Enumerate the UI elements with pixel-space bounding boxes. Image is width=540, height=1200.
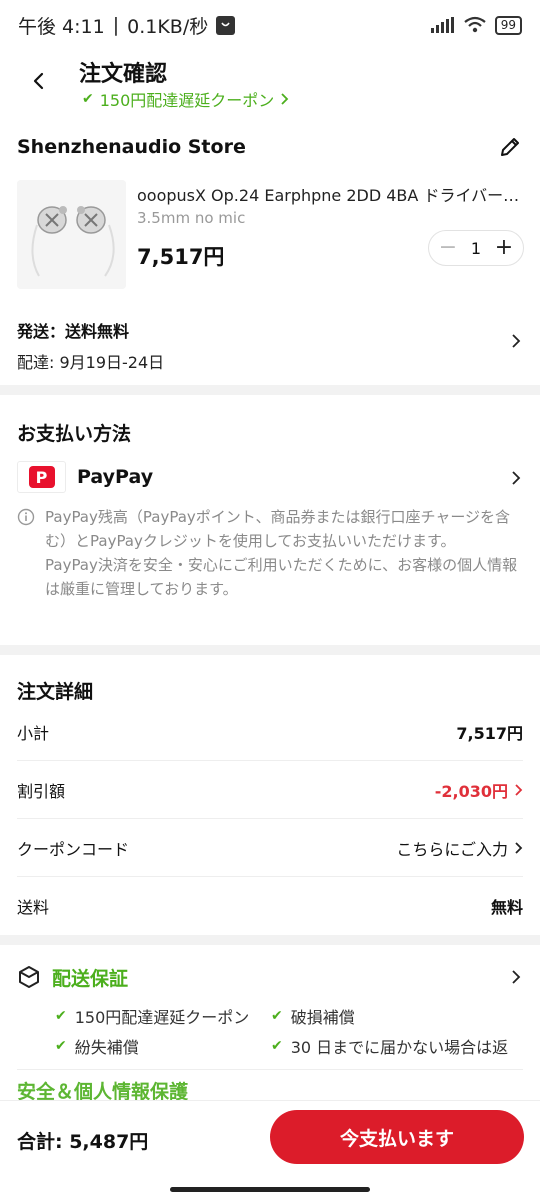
decrement-button[interactable]: − [437, 237, 459, 259]
order-details-section: 注文詳細 小計 7,517円 割引額 -2,030円 クーポンコード こちらにご… [0, 655, 540, 935]
guarantee-item-label: 150円配達遅延クーポン [74, 1008, 250, 1027]
chevron-right-icon [515, 783, 523, 796]
subtotal-value: 7,517円 [456, 723, 523, 743]
package-icon [19, 966, 39, 988]
check-icon: ✔ [55, 1038, 67, 1054]
guarantee-item: ✔ 破損補償 [271, 1004, 355, 1028]
store-name: Shenzhenaudio Store [17, 136, 246, 158]
status-bar: 午後 4:11 | 0.1KB/秒 99 [0, 0, 540, 50]
product-variant: 3.5mm no mic [137, 209, 246, 227]
payment-note-2: PayPay決済を安全・安心にご利用いただくために、お客様の個人情報は厳重に管理… [45, 556, 518, 598]
shopping-bag-icon [216, 15, 236, 35]
pay-now-button[interactable]: 今支払います [270, 1110, 524, 1164]
status-time: 午後 4:11 [18, 15, 105, 38]
chevron-right-icon [281, 93, 289, 105]
status-right: 99 [430, 15, 522, 35]
store-section: Shenzhenaudio Store ooopusX Op.24 Earphp… [0, 120, 540, 385]
row-divider [17, 1069, 523, 1070]
section-divider [0, 935, 540, 945]
subtotal-row: 小計 7,517円 [17, 703, 523, 761]
status-separator: | [112, 14, 120, 36]
wifi-icon [464, 16, 486, 33]
page-title: 注文確認 [79, 62, 168, 87]
payment-note: PayPay残高（PayPayポイント、商品券または銀行口座チャージを含む）とP… [45, 505, 520, 601]
guarantee-item-label: 破損補償 [290, 1008, 355, 1027]
check-icon: ✔ [55, 1008, 67, 1024]
checkout-bar: 合計: 5,487円 今支払います [0, 1100, 540, 1200]
section-divider [0, 645, 540, 655]
chevron-right-icon[interactable] [509, 471, 523, 485]
delivery-label: 配達: 9月19日-24日 [17, 353, 165, 372]
guarantee-item-label: 30 日までに届かない場合は返 [290, 1038, 509, 1057]
section-divider [0, 385, 540, 395]
product-title[interactable]: ooopusX Op.24 Earphpne 2DD 4BA ドライバー OP.… [137, 182, 522, 206]
chevron-right-icon [512, 334, 521, 348]
paypay-logo: P [17, 461, 66, 493]
shipping-fee-label: 送料 [17, 898, 50, 917]
shipping-label: 発送：送料無料 [17, 322, 130, 341]
chevron-left-icon [33, 72, 44, 90]
coupon-code-value: こちらにご入力 [396, 839, 508, 859]
guarantee-item-label: 紛失補償 [74, 1038, 139, 1057]
discount-label: 割引額 [17, 781, 66, 801]
order-total: 合計: 5,487円 [17, 1131, 149, 1153]
signal-icon [430, 17, 454, 33]
guarantee-item: ✔ 紛失補償 [55, 1034, 139, 1058]
shipping-row[interactable]: 発送：送料無料 配達: 9月19日-24日 [17, 318, 523, 376]
check-icon: ✔ [82, 91, 94, 107]
payment-method-name[interactable]: PayPay [77, 466, 153, 488]
back-button[interactable] [24, 66, 54, 96]
home-indicator[interactable] [170, 1187, 370, 1192]
check-icon: ✔ [271, 1038, 283, 1054]
product-image[interactable] [17, 180, 126, 289]
discount-value: -2,030円 [434, 781, 508, 801]
battery-icon: 99 [494, 15, 522, 35]
quantity-value: 1 [470, 238, 482, 258]
coupon-code-label: クーポンコード [17, 839, 130, 859]
quantity-stepper: − 1 + [428, 230, 524, 266]
status-net-speed: 0.1KB/秒 [127, 15, 209, 38]
guarantee-title: 配送保証 [52, 968, 129, 990]
check-icon: ✔ [271, 1008, 283, 1024]
payment-note-1: PayPay残高（PayPayポイント、商品券または銀行口座チャージを含む）とP… [45, 508, 511, 550]
guarantee-item: ✔ 30 日までに届かない場合は返 [271, 1034, 508, 1058]
increment-button[interactable]: + [493, 237, 515, 259]
header: 注文確認 ✔ 150円配達遅延クーポン [0, 52, 540, 118]
guarantee-item: ✔ 150円配達遅延クーポン [55, 1004, 249, 1028]
coupon-code-value-wrap: こちらにご入力 [396, 836, 523, 860]
chevron-right-icon [515, 841, 523, 854]
paypay-logo-mark: P [28, 466, 55, 488]
status-left: 午後 4:11 | 0.1KB/秒 [18, 12, 236, 39]
discount-row[interactable]: 割引額 -2,030円 [17, 761, 523, 819]
delivery-guarantee-section[interactable]: 配送保証 ✔ 150円配達遅延クーポン ✔ 破損補償 ✔ 紛失補償 ✔ 30 日… [0, 945, 540, 1105]
subtotal-label: 小計 [17, 723, 50, 743]
shipping-fee-row: 送料 無料 [17, 877, 523, 935]
edit-icon[interactable] [497, 134, 523, 160]
payment-section: お支払い方法 P PayPay PayPay残高（PayPayポイント、商品券ま… [0, 395, 540, 645]
info-icon [17, 508, 35, 526]
coupon-link[interactable]: ✔ 150円配達遅延クーポン [82, 87, 289, 111]
discount-value-wrap: -2,030円 [435, 778, 523, 802]
chevron-right-icon [512, 970, 521, 984]
product-price: 7,517円 [137, 245, 225, 269]
coupon-link-label: 150円配達遅延クーポン [99, 91, 275, 110]
shipping-fee-value: 無料 [490, 898, 523, 917]
order-details-title: 注文詳細 [17, 681, 94, 703]
payment-section-title: お支払い方法 [17, 423, 132, 445]
coupon-code-row[interactable]: クーポンコード こちらにご入力 [17, 819, 523, 877]
